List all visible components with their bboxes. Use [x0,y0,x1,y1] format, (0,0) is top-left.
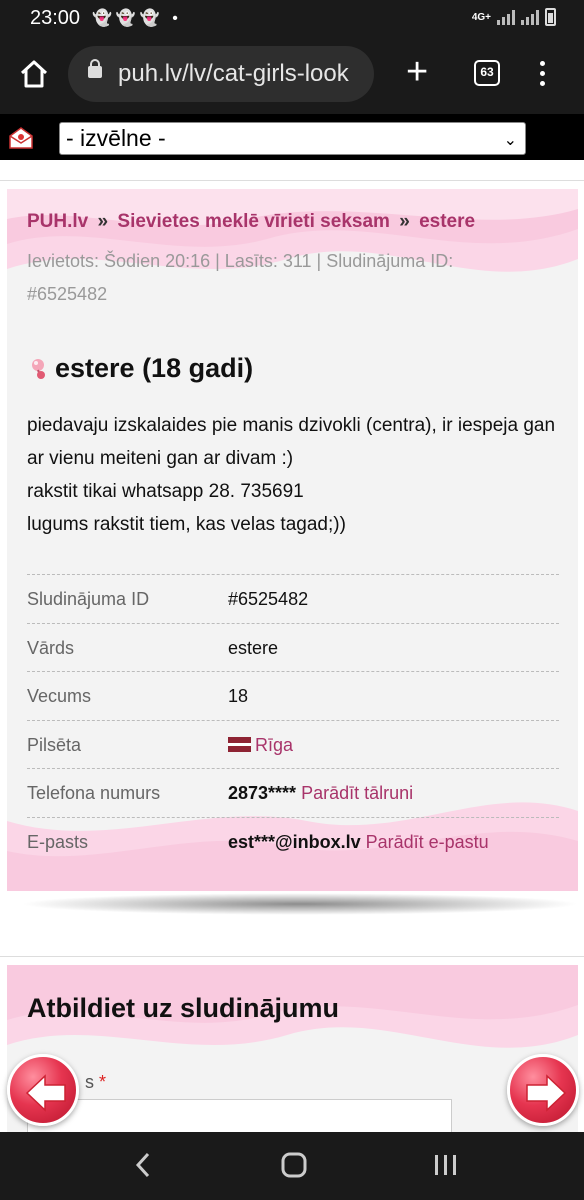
detail-row-email: E-pasts est***@inbox.lv Parādīt e-pastu [27,818,559,867]
status-bar: 23:00 👻👻👻 • 4G+ [0,0,584,36]
ad-description: piedavaju izskalaides pie manis dzivokli… [27,409,567,541]
detail-row-phone: Telefona numurs 2873**** Parādīt tālruni [27,769,559,818]
lock-icon [88,59,102,78]
required-marker: * [99,1072,107,1092]
home-nav-icon[interactable] [280,1150,308,1180]
breadcrumb-separator: » [97,211,109,232]
previous-ad-button[interactable] [7,1054,79,1126]
signal-icon [497,9,515,25]
network-label: 4G+ [471,11,491,23]
home-icon[interactable] [18,58,50,90]
next-ad-button[interactable] [507,1054,579,1126]
detail-label: Sludinājuma ID [27,589,150,609]
field-label-text: s [85,1072,94,1092]
reply-section: Atbildiet uz sludinājumu s * s [0,956,584,1145]
new-tab-icon[interactable]: + [406,53,428,91]
arrow-left-icon [25,1074,66,1112]
detail-value: Rīga [228,735,293,756]
site-header: - izvēlne - ⌄ [0,114,584,160]
card-shadow [20,893,580,915]
ad-title-row: estere (18 gadi) [27,353,253,384]
city-link[interactable]: Rīga [255,735,293,755]
breadcrumb-category-link[interactable]: Sievietes meklē vīrieti seksam [117,211,390,232]
detail-row-id: Sludinājuma ID #6525482 [27,575,559,624]
show-email-link[interactable]: Parādīt e-pastu [366,832,489,852]
reply-card: Atbildiet uz sludinājumu s * s [7,965,578,1145]
signal-icon-2 [521,9,539,25]
browser-toolbar: puh.lv/lv/cat-girls-look + 63 [0,36,584,114]
detail-row-age: Vecums 18 [27,672,559,721]
detail-label: Vecums [27,686,92,707]
detail-value: estere [228,637,279,658]
ad-card: PUH.lv » Sievietes meklē vīrieti seksam … [7,189,578,891]
breadcrumb-current[interactable]: estere [419,211,475,232]
detail-row-city: Pilsēta Rīga [27,721,559,770]
recents-icon[interactable] [432,1150,460,1180]
pushpin-icon [32,358,45,379]
detail-label: Pilsēta [27,734,82,755]
chevron-down-icon: ⌄ [503,132,517,149]
detail-label: Telefona numurs [27,783,161,804]
ad-title: estere (18 gadi) [55,353,254,383]
detail-value: 18 [228,686,249,707]
ad-section: PUH.lv » Sievietes meklē vīrieti seksam … [0,180,584,896]
status-time: 23:00 [30,7,81,29]
tab-switcher-button[interactable]: 63 [474,60,500,86]
menu-select-value: - izvēlne - [66,125,166,151]
show-phone-link[interactable]: Parādīt tālruni [301,783,413,803]
envelope-logo-icon[interactable] [9,127,33,149]
detail-row-name: Vārds estere [27,624,559,673]
menu-select[interactable]: - izvēlne - ⌄ [59,122,526,155]
breadcrumb-home-link[interactable]: PUH.lv [27,211,88,232]
detail-label: Vārds [27,637,75,658]
detail-value: est***@inbox.lv Parādīt e-pastu [228,832,489,853]
status-right: 4G+ [472,8,556,26]
url-text: puh.lv/lv/cat-girls-look [118,60,349,87]
more-menu-icon[interactable] [540,61,546,91]
detail-value: 2873**** Parādīt tālruni [228,783,413,804]
latvia-flag-icon [228,736,251,752]
detail-value: #6525482 [228,589,309,609]
ad-description-line: rakstit tikai whatsapp 28. 735691 [27,481,304,502]
field-label: s * [85,1072,106,1093]
email-masked: est***@inbox.lv [228,831,361,852]
ad-description-line: piedavaju izskalaides pie manis dzivokli… [27,415,556,469]
ad-description-line: lugums rakstit tiem, kas velas tagad;)) [27,514,346,535]
back-icon[interactable] [132,1150,154,1180]
address-bar[interactable]: puh.lv/lv/cat-girls-look [68,46,374,102]
reply-title: Atbildiet uz sludinājumu [27,993,339,1023]
decorative-wave-top [7,965,578,1048]
battery-icon [545,8,556,26]
phone-masked: 2873**** [228,783,297,804]
notification-icons: 👻👻👻 • [92,10,182,27]
detail-label: E-pasts [27,831,89,852]
arrow-right-icon [526,1074,567,1112]
ad-meta-info: Ievietots: Šodien 20:16 | Lasīts: 311 | … [27,251,454,304]
breadcrumb-separator: » [399,211,410,232]
android-nav-bar [0,1132,584,1200]
ad-details-table: Sludinājuma ID #6525482 Vārds estere Vec… [27,574,559,867]
breadcrumb: PUH.lv » Sievietes meklē vīrieti seksam … [27,211,475,233]
